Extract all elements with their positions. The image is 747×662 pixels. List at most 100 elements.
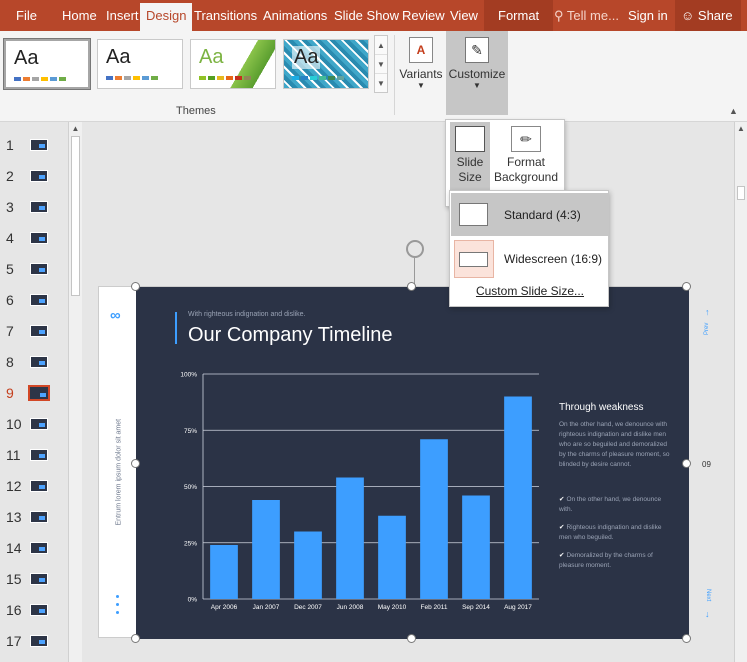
- slide-size-button[interactable]: Slide Size: [450, 122, 490, 194]
- tab-home[interactable]: Home: [56, 0, 103, 31]
- slide-preview: [30, 480, 48, 492]
- theme-office-2[interactable]: Aa: [97, 39, 183, 89]
- share-button[interactable]: ☺ Share: [675, 0, 741, 31]
- tab-insert[interactable]: Insert: [100, 0, 145, 31]
- y-tick-label: 75%: [184, 428, 197, 435]
- sign-in-link[interactable]: Sign in: [622, 0, 674, 31]
- slide-thumbnail[interactable]: 12: [0, 471, 66, 502]
- slide-thumbnail[interactable]: 2: [0, 161, 66, 192]
- slide-thumbnail[interactable]: 3: [0, 192, 66, 223]
- side-vertical-text: Entrum lorem ipsum dolor sit amet: [113, 407, 123, 527]
- resize-handle-n[interactable]: [407, 282, 416, 291]
- collapse-ribbon-icon[interactable]: ▲: [729, 106, 738, 116]
- format-background-button[interactable]: ✏ Format Background: [492, 122, 560, 194]
- resize-handle-e[interactable]: [682, 459, 691, 468]
- chart-bar: [504, 396, 532, 599]
- bullet-list[interactable]: ✔ On the other hand, we denounce with. ✔ R…: [559, 495, 671, 579]
- slide-number: 8: [6, 354, 14, 370]
- menu-item-standard[interactable]: Standard (4:3): [451, 193, 608, 236]
- slide-number: 15: [6, 571, 22, 587]
- slide-thumbnail[interactable]: 4: [0, 223, 66, 254]
- widescreen-size-icon: [459, 252, 488, 267]
- resize-handle-sw[interactable]: [131, 634, 140, 643]
- x-tick-label: Jan 2007: [253, 604, 280, 611]
- gallery-more-icon[interactable]: ▼: [375, 74, 387, 93]
- slide-thumbnail[interactable]: 13: [0, 502, 66, 533]
- slide-thumbnail[interactable]: 8: [0, 347, 66, 378]
- preview-accent: [39, 268, 45, 272]
- scroll-up-icon[interactable]: ▲: [69, 122, 82, 136]
- scroll-up-icon[interactable]: ▲: [735, 122, 747, 136]
- slide-thumbnail[interactable]: 15: [0, 564, 66, 595]
- slide-preview: [30, 356, 48, 368]
- tab-view[interactable]: View: [444, 0, 484, 31]
- theme-preview-text: Aa: [106, 46, 131, 68]
- slide[interactable]: ∞ Entrum lorem ipsum dolor sit amet With…: [98, 286, 711, 639]
- slide-thumbnail[interactable]: 10: [0, 409, 66, 440]
- resize-handle-s[interactable]: [407, 634, 416, 643]
- x-tick-label: Aug 2017: [504, 604, 532, 611]
- rotate-handle-icon[interactable]: [406, 240, 424, 258]
- preview-accent: [39, 485, 45, 489]
- slide-thumbnail[interactable]: 11: [0, 440, 66, 471]
- scroll-thumb[interactable]: [737, 186, 745, 200]
- theme-integral[interactable]: Aa: [283, 39, 369, 89]
- slide-title[interactable]: Our Company Timeline: [188, 324, 393, 347]
- theme-gallery-scroll[interactable]: ▲ ▼ ▼: [374, 35, 388, 93]
- slide-thumbnail[interactable]: 9: [0, 378, 66, 409]
- theme-office[interactable]: Aa: [3, 38, 91, 90]
- slide-thumbnail[interactable]: 17: [0, 626, 66, 657]
- tab-slide-show[interactable]: Slide Show: [328, 0, 405, 31]
- resize-handle-se[interactable]: [682, 634, 691, 643]
- slide-canvas: ∞ Entrum lorem ipsum dolor sit amet With…: [88, 122, 734, 662]
- tab-format[interactable]: Format: [484, 0, 554, 31]
- scroll-thumb[interactable]: [71, 136, 80, 296]
- share-label: Share: [697, 8, 733, 23]
- accent-line: [175, 312, 177, 344]
- preview-accent: [39, 547, 45, 551]
- lightbulb-icon: ⚲: [554, 8, 564, 23]
- x-tick-label: Apr 2006: [211, 604, 238, 611]
- resize-handle-nw[interactable]: [131, 282, 140, 291]
- timeline-bar-chart[interactable]: 0% 25% 50% 75% 100% Apr 2006 Jan 2007 Dec 2007 J…: [166, 367, 546, 617]
- slide-preview: [30, 635, 48, 647]
- slide-preview: [30, 542, 48, 554]
- tab-transitions[interactable]: Transitions: [188, 0, 263, 31]
- tab-file[interactable]: File: [10, 0, 43, 31]
- tell-me-box[interactable]: ⚲ Tell me...: [548, 0, 625, 31]
- slide-preview: [30, 139, 48, 151]
- standard-label: Standard (4:3): [504, 208, 581, 222]
- theme-facet[interactable]: Aa: [190, 39, 276, 89]
- customize-button[interactable]: ✎ Customize ▼: [446, 31, 508, 115]
- theme-preview-text: Aa: [199, 46, 224, 68]
- menu-item-custom-slide-size[interactable]: Custom Slide Size...: [450, 284, 610, 298]
- canvas-scrollbar[interactable]: ▲: [734, 122, 747, 662]
- slide-number: 2: [6, 168, 14, 184]
- right-heading[interactable]: Through weakness: [559, 402, 644, 413]
- tab-design[interactable]: Design: [140, 3, 193, 31]
- resize-handle-w[interactable]: [131, 459, 140, 468]
- slide-thumbnail[interactable]: 7: [0, 316, 66, 347]
- format-background-label: Format Background: [493, 155, 559, 184]
- slide-subtitle[interactable]: With righteous indignation and dislike.: [188, 311, 306, 318]
- slide-number: 7: [6, 323, 14, 339]
- slide-thumbnail[interactable]: 1: [0, 130, 66, 161]
- thumbnail-scrollbar[interactable]: ▲: [68, 122, 82, 662]
- slide-thumbnail[interactable]: 6: [0, 285, 66, 316]
- gallery-up-icon[interactable]: ▲: [375, 36, 387, 55]
- tab-review[interactable]: Review: [396, 0, 451, 31]
- tab-animations[interactable]: Animations: [257, 0, 333, 31]
- menu-item-widescreen[interactable]: Widescreen (16:9): [451, 237, 608, 280]
- slide-thumbnail[interactable]: 16: [0, 595, 66, 626]
- right-body-text[interactable]: On the other hand, we denounce with righ…: [559, 420, 671, 470]
- x-tick-label: Sep 2014: [462, 604, 490, 611]
- slide-size-menu: Standard (4:3) Widescreen (16:9) Custom …: [449, 190, 609, 307]
- slide-thumbnail[interactable]: 5: [0, 254, 66, 285]
- gallery-down-icon[interactable]: ▼: [375, 55, 387, 74]
- resize-handle-ne[interactable]: [682, 282, 691, 291]
- slide-preview: [30, 418, 48, 430]
- variants-button[interactable]: A Variants ▼: [398, 31, 444, 117]
- slide-thumbnail[interactable]: 14: [0, 533, 66, 564]
- preview-accent: [39, 361, 45, 365]
- y-tick-label: 25%: [184, 540, 197, 547]
